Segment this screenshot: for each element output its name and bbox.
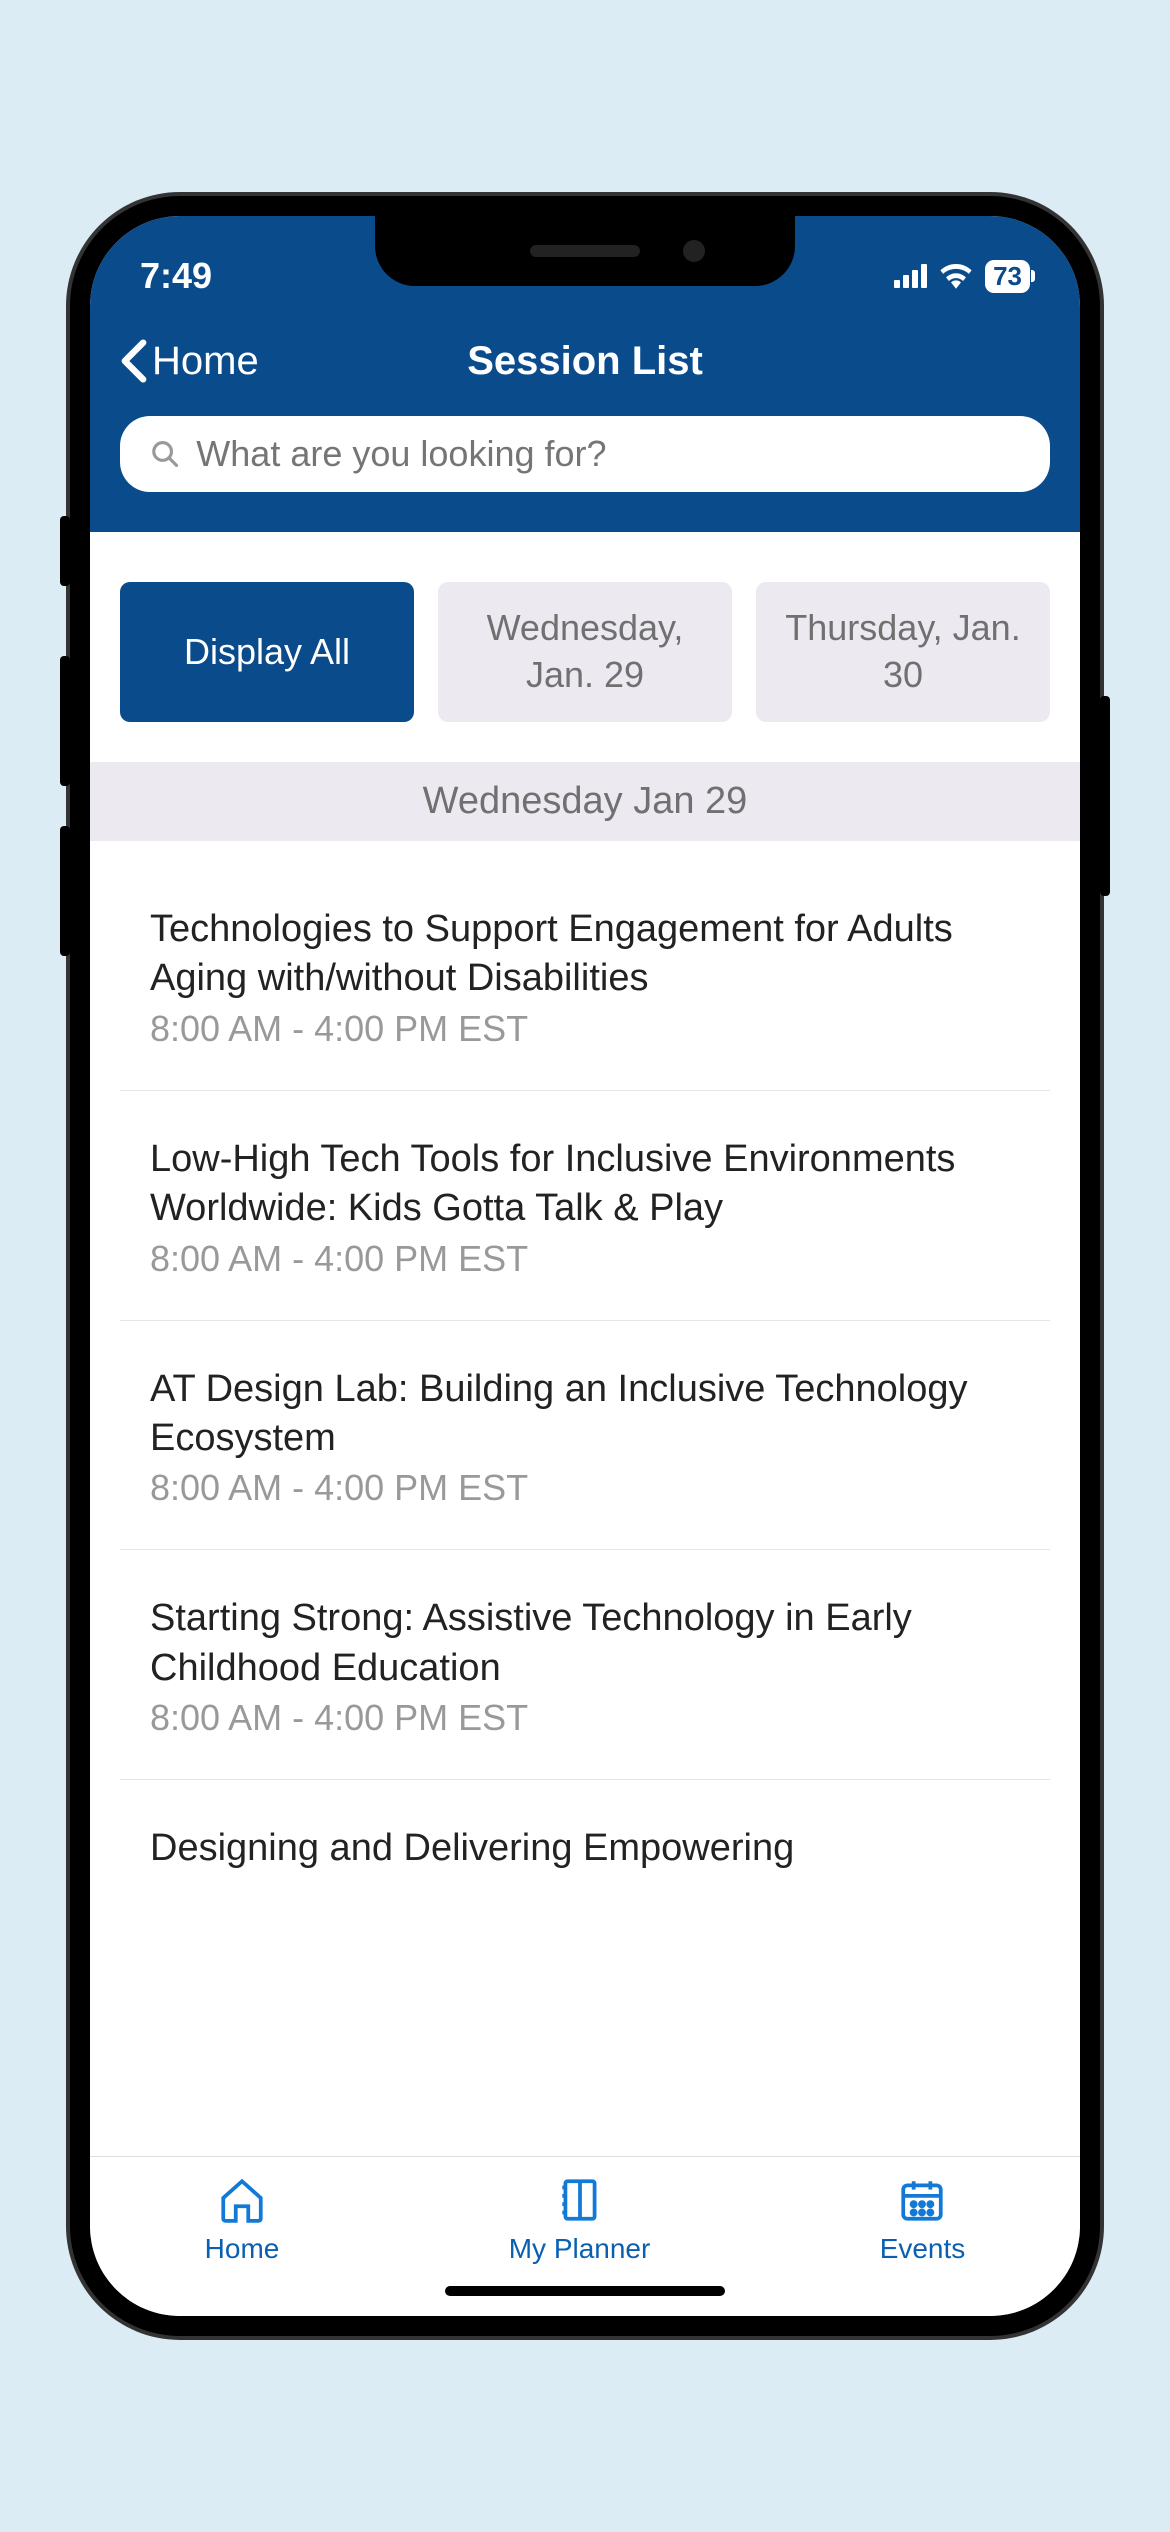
search-container xyxy=(90,406,1080,532)
tab-display-all[interactable]: Display All xyxy=(120,582,414,722)
date-section-header: Wednesday Jan 29 xyxy=(90,762,1080,841)
tab-label: Home xyxy=(205,2233,280,2265)
session-title: Starting Strong: Assistive Technology in… xyxy=(150,1594,1020,1693)
calendar-icon xyxy=(897,2175,947,2225)
session-time: 8:00 AM - 4:00 PM EST xyxy=(150,1238,1020,1280)
home-indicator[interactable] xyxy=(445,2286,725,2296)
nav-title: Session List xyxy=(467,339,703,384)
tab-wednesday[interactable]: Wednesday, Jan. 29 xyxy=(438,582,732,722)
volume-down-button[interactable] xyxy=(60,826,70,956)
session-item[interactable]: AT Design Lab: Building an Inclusive Tec… xyxy=(120,1321,1050,1551)
session-list[interactable]: Technologies to Support Engagement for A… xyxy=(90,841,1080,2156)
session-title: AT Design Lab: Building an Inclusive Tec… xyxy=(150,1365,1020,1464)
session-time: 8:00 AM - 4:00 PM EST xyxy=(150,1467,1020,1509)
search-icon xyxy=(150,438,180,470)
speaker xyxy=(530,245,640,257)
volume-up-button[interactable] xyxy=(60,656,70,786)
wifi-icon xyxy=(939,263,973,289)
status-time: 7:49 xyxy=(140,255,212,297)
back-label: Home xyxy=(152,339,259,384)
search-field[interactable] xyxy=(120,416,1050,492)
tab-thursday[interactable]: Thursday, Jan. 30 xyxy=(756,582,1050,722)
session-item[interactable]: Technologies to Support Engagement for A… xyxy=(120,861,1050,1091)
cellular-icon xyxy=(894,264,927,288)
filter-tabs: Display All Wednesday, Jan. 29 Thursday,… xyxy=(90,532,1080,762)
session-time: 8:00 AM - 4:00 PM EST xyxy=(150,1008,1020,1050)
status-indicators: 73 xyxy=(894,260,1030,293)
tab-my-planner[interactable]: My Planner xyxy=(509,2175,651,2265)
tab-label: Events xyxy=(880,2233,966,2265)
tab-home[interactable]: Home xyxy=(205,2175,280,2265)
search-input[interactable] xyxy=(196,433,1020,475)
nav-header: Home Session List xyxy=(90,316,1080,406)
chevron-left-icon xyxy=(120,339,148,383)
phone-frame: 7:49 73 Home Session List xyxy=(70,196,1100,2336)
silence-switch[interactable] xyxy=(60,516,70,586)
session-time: 8:00 AM - 4:00 PM EST xyxy=(150,1697,1020,1739)
session-title: Low-High Tech Tools for Inclusive Enviro… xyxy=(150,1135,1020,1234)
tab-label: Display All xyxy=(184,629,350,676)
planner-icon xyxy=(555,2175,605,2225)
phone-screen: 7:49 73 Home Session List xyxy=(90,216,1080,2316)
session-title: Designing and Delivering Empowering xyxy=(150,1824,1020,1873)
back-button[interactable]: Home xyxy=(90,339,259,384)
power-button[interactable] xyxy=(1100,696,1110,896)
session-item[interactable]: Starting Strong: Assistive Technology in… xyxy=(120,1550,1050,1780)
session-item[interactable]: Low-High Tech Tools for Inclusive Enviro… xyxy=(120,1091,1050,1321)
session-title: Technologies to Support Engagement for A… xyxy=(150,905,1020,1004)
battery-indicator: 73 xyxy=(985,260,1030,293)
home-icon xyxy=(217,2175,267,2225)
notch xyxy=(375,216,795,286)
tab-events[interactable]: Events xyxy=(880,2175,966,2265)
session-item[interactable]: Designing and Delivering Empowering xyxy=(120,1780,1050,1917)
tab-label: My Planner xyxy=(509,2233,651,2265)
front-camera xyxy=(683,240,705,262)
tab-label: Wednesday, Jan. 29 xyxy=(448,605,722,699)
tab-label: Thursday, Jan. 30 xyxy=(766,605,1040,699)
